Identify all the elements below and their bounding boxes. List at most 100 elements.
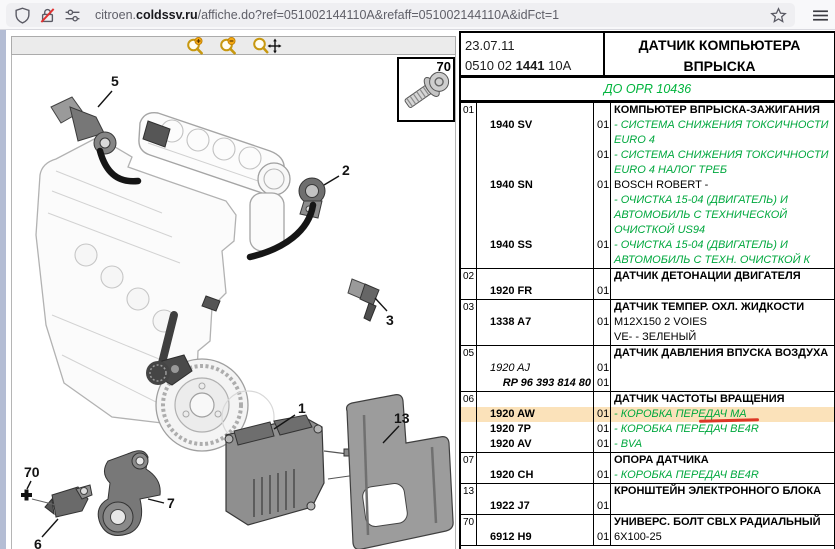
diagram-toolbar (11, 36, 456, 55)
quantity: 01 (594, 178, 611, 193)
shield-icon[interactable] (14, 7, 31, 24)
table-row-line[interactable]: АВТОМОБИЛЬ С ТЕХН. ОЧИСТКОЙ К (461, 253, 834, 268)
table-row-line[interactable]: 05 ДАТЧИК ДАВЛЕНИЯ ВПУСКА ВОЗДУХА (461, 346, 834, 361)
part-number (477, 103, 594, 118)
description: КОМПЬЮТЕР ВПРЫСКА-ЗАЖИГАНИЯ (614, 104, 820, 116)
url-field[interactable]: citroen.coldssv.ru/affiche.do?ref=051002… (6, 3, 795, 27)
description: - ОЧИСТКА 15-04 (ДВИГАТЕЛЬ) И (614, 194, 788, 206)
row-index (461, 361, 477, 376)
table-row-line[interactable]: EURO 4 (461, 133, 834, 148)
table-row: 05 ДАТЧИК ДАВЛЕНИЯ ВПУСКА ВОЗДУХА 1920 AJ 0… (461, 346, 834, 392)
table-row-line[interactable]: 03 ДАТЧИК ТЕМПЕР. ОХЛ. ЖИДКОСТИ (461, 300, 834, 315)
table-row-line[interactable]: 02 ДАТЧИК ДЕТОНАЦИИ ДВИГАТЕЛЯ (461, 269, 834, 284)
row-index (461, 208, 477, 223)
table-row-line[interactable]: 01- СИСТЕМА СНИЖЕНИЯ ТОКСИЧНОСТИ (461, 148, 834, 163)
zoom-out-icon[interactable] (219, 36, 238, 55)
url-text[interactable]: citroen.coldssv.ru/affiche.do?ref=051002… (95, 8, 762, 22)
zoom-pan-icon[interactable] (252, 37, 282, 55)
description: КРОНШТЕЙН ЭЛЕКТРОННОГО БЛОКА (614, 485, 822, 497)
description: EURO 4 НАЛОГ ТРЕБ (614, 164, 727, 176)
row-index (461, 253, 477, 268)
quantity (594, 133, 611, 148)
table-row: 02 ДАТЧИК ДЕТОНАЦИИ ДВИГАТЕЛЯ 1920 FR 01 (461, 269, 834, 300)
table-row-line[interactable]: 1338 A7 01 M12X150 2 VOIES (461, 315, 834, 330)
table-row: 13 КРОНШТЕЙН ЭЛЕКТРОННОГО БЛОКА 1922 J7 01 (461, 484, 834, 515)
part-number (477, 269, 594, 284)
quantity: 01 (594, 499, 611, 514)
page-left-strip (0, 30, 6, 549)
part-number (477, 515, 594, 530)
svg-text:3: 3 (386, 312, 394, 328)
part-number (477, 148, 594, 163)
table-row-line[interactable]: ОЧИСТКОЙ US94 (461, 223, 834, 238)
table-row-line[interactable]: RP 96 393 814 80 01 (461, 376, 834, 391)
part-number: 1940 SV (477, 118, 594, 133)
table-row-line[interactable]: 1920 AV 01- BVA (461, 437, 834, 452)
quantity: 01 (594, 315, 611, 330)
description: EURO 4 (614, 134, 655, 146)
quantity: 01 (594, 530, 611, 545)
description: ОПОРА ДАТЧИКА (614, 454, 709, 466)
table-row: 01 КОМПЬЮТЕР ВПРЫСКА-ЗАЖИГАНИЯ 1940 SV 01- … (461, 103, 834, 269)
menu-icon[interactable] (812, 7, 829, 24)
table-row-line[interactable]: 6912 H9 01 6X100-25 (461, 530, 834, 545)
catalog-ref: 0510 02 1441 10A (465, 58, 572, 73)
table-row-line[interactable]: EURO 4 НАЛОГ ТРЕБ (461, 163, 834, 178)
permissions-icon[interactable] (64, 7, 81, 24)
part-number (477, 484, 594, 499)
table-row-line[interactable]: 1920 AJ 01 (461, 361, 834, 376)
sensor-3 (347, 278, 380, 322)
lock-slash-icon[interactable] (39, 7, 56, 24)
table-row-line[interactable]: 1940 SN 01 BOSCH ROBERT - (461, 178, 834, 193)
table-row-line[interactable]: - ОЧИСТКА 15-04 (ДВИГАТЕЛЬ) И (461, 193, 834, 208)
part-number: 1920 7P (477, 422, 594, 437)
description (611, 284, 834, 299)
callout-70: 70 (21, 464, 40, 501)
part-number: 1920 AW (477, 407, 594, 422)
table-row-line[interactable]: 1920 FR 01 (461, 284, 834, 299)
url-domain: coldssv.ru (136, 8, 198, 22)
row-index: 03 (461, 300, 477, 315)
row-index: 13 (461, 484, 477, 499)
part-number: 1940 SN (477, 178, 594, 193)
url-path: /affiche.do?ref=051002144110A&refaff=051… (197, 8, 560, 22)
table-row-line[interactable]: 13 КРОНШТЕЙН ЭЛЕКТРОННОГО БЛОКА (461, 484, 834, 499)
row-index (461, 223, 477, 238)
bracket-7 (97, 450, 161, 536)
quantity: 01 (594, 407, 611, 422)
zoom-in-icon[interactable] (186, 36, 205, 55)
table-row-line[interactable]: 01 КОМПЬЮТЕР ВПРЫСКА-ЗАЖИГАНИЯ (461, 103, 834, 118)
table-row-line[interactable]: VE- - ЗЕЛЕНЫЙ (461, 330, 834, 345)
diagram-canvas: 5 2 3 1 13 7 6 70 70 (11, 55, 456, 549)
table-row-line[interactable]: 1920 CH 01- КОРОБКА ПЕРЕДАЧ BE4R (461, 468, 834, 483)
svg-text:5: 5 (111, 73, 119, 89)
table-row-line[interactable]: 07 ОПОРА ДАТЧИКА (461, 453, 834, 468)
bookmark-star-icon[interactable] (770, 6, 787, 24)
part-number: 1922 J7 (477, 499, 594, 514)
table-row-line[interactable]: 1920 AW 01- КОРОБКА ПЕРЕДАЧ MA (461, 407, 834, 423)
table-row-line[interactable]: 1920 7P 01- КОРОБКА ПЕРЕДАЧ BE4R (461, 422, 834, 437)
row-index: 07 (461, 453, 477, 468)
quantity (594, 300, 611, 315)
callout-3: 3 (374, 297, 394, 328)
svg-text:7: 7 (167, 495, 175, 511)
table-row-line[interactable]: 1940 SS 01- ОЧИСТКА 15-04 (ДВИГАТЕЛЬ) И (461, 238, 834, 253)
page-title: ДАТЧИК КОМПЬЮТЕРА ВПРЫСКА (638, 37, 801, 74)
table-row-line[interactable]: 06 ДАТЧИК ЧАСТОТЫ ВРАЩЕНИЯ (461, 392, 834, 407)
row-index (461, 133, 477, 148)
table-row-line[interactable]: 1940 SV 01- СИСТЕМА СНИЖЕНИЯ ТОКСИЧНОСТИ (461, 118, 834, 133)
table-row-line[interactable]: 70 УНИВЕРС. БОЛТ CBLX РАДИАЛЬНЫЙ (461, 515, 834, 530)
ecu-unit (224, 414, 325, 526)
description: BOSCH ROBERT - (614, 179, 709, 191)
table-row-line[interactable]: АВТОМОБИЛЬ С ТЕХНИЧЕСКОЙ (461, 208, 834, 223)
table-row: 07 ОПОРА ДАТЧИКА 1920 CH 01- КОРОБКА ПЕРЕДА… (461, 453, 834, 484)
quantity (594, 515, 611, 530)
row-index: 05 (461, 346, 477, 361)
table-row: 06 ДАТЧИК ЧАСТОТЫ ВРАЩЕНИЯ 1920 AW 01- КОРО… (461, 392, 834, 453)
description: ДАТЧИК ТЕМПЕР. ОХЛ. ЖИДКОСТИ (614, 301, 805, 313)
part-number (477, 453, 594, 468)
table-row-line[interactable]: 1922 J7 01 (461, 499, 834, 514)
part-number: 1940 SS (477, 238, 594, 253)
part-number: RP 96 393 814 80 (477, 376, 594, 391)
quantity (594, 392, 611, 407)
